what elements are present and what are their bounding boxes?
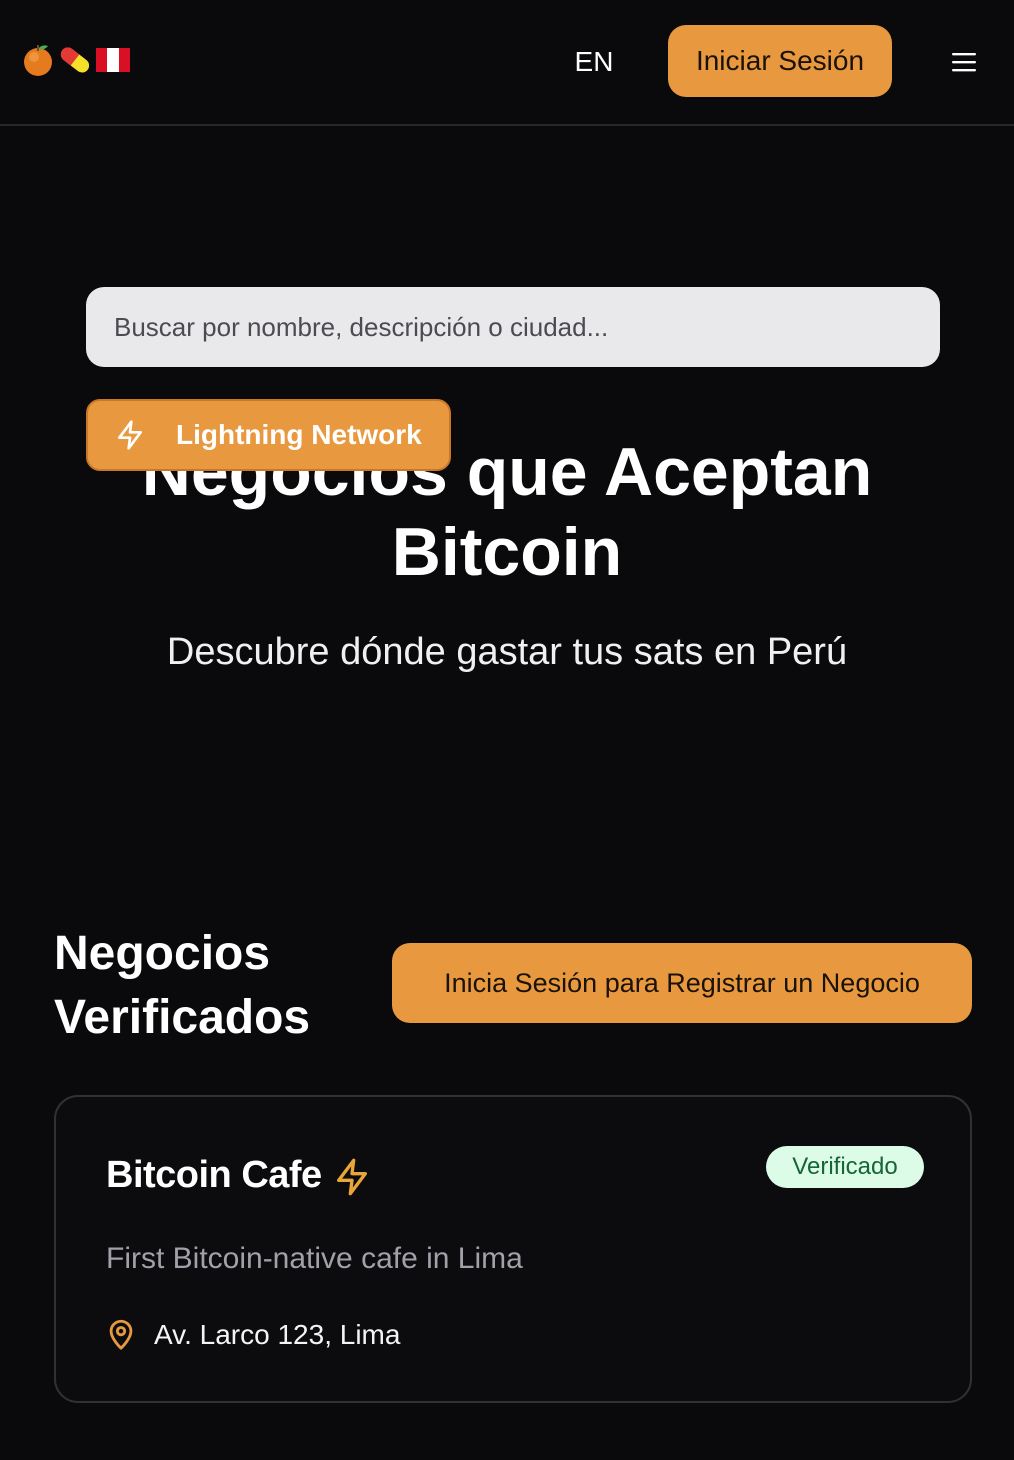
business-card[interactable]: Bitcoin Cafe Verificado First Bitcoin-na… [54,1095,972,1403]
page-subtitle: Descubre dónde gastar tus sats en Perú [166,631,848,673]
status-badge: Verificado [766,1146,924,1188]
lightning-bolt-icon [332,1157,372,1202]
business-description: First Bitcoin-native cafe in Lima [106,1242,523,1275]
business-address: Av. Larco 123, Lima [154,1319,401,1350]
login-button[interactable]: Iniciar Sesión [668,25,892,97]
search-input[interactable] [86,287,940,367]
peru-flag-icon [96,48,130,72]
hamburger-menu-icon[interactable] [946,44,982,80]
lightning-bolt-icon [114,419,146,451]
section-title: Negocios Verificados [54,927,311,1044]
map-pin-icon [104,1317,138,1356]
language-toggle[interactable]: EN [572,42,616,82]
top-nav: EN Iniciar Sesión [0,0,1014,126]
pill-icon [60,47,90,73]
badge-label: Lightning Network [176,419,422,450]
business-name: Bitcoin Cafe [106,1154,322,1196]
register-business-button[interactable]: Inicia Sesión para Registrar un Negocio [392,943,972,1023]
orange-icon [24,45,52,76]
lightning-network-badge[interactable]: Lightning Network [86,399,451,471]
site-logo[interactable] [22,42,130,78]
